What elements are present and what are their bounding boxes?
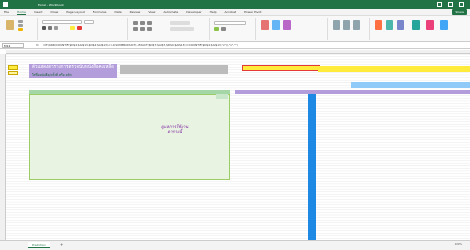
sheet-tab-prediction[interactable]: Prediction (28, 242, 50, 248)
font-color-icon[interactable] (77, 26, 82, 30)
bold-icon[interactable] (42, 26, 46, 30)
percent-icon[interactable] (221, 27, 226, 31)
clipboard-group (2, 18, 38, 40)
window-title: Excel - Workbook (38, 2, 64, 7)
font-size-select[interactable] (84, 20, 94, 24)
table-column-header (235, 90, 470, 94)
merge-center-button[interactable] (170, 27, 194, 31)
format-as-table-icon[interactable] (272, 20, 280, 30)
yellow-input-cell-2[interactable] (8, 71, 18, 75)
align-center-icon[interactable] (140, 27, 145, 31)
blue-highlight-column (308, 94, 316, 240)
tab-power-pivot[interactable]: Power Pivot (244, 10, 261, 14)
align-top-icon[interactable] (133, 21, 138, 25)
title-bar: Excel - Workbook (0, 0, 470, 9)
formula-bar: M12 fx =IF(AND(COUNTIF($D$4:$AI$13,$D$4:… (0, 42, 470, 49)
excel-logo-icon (3, 2, 8, 7)
green-panel (29, 94, 230, 180)
sensitivity-icon[interactable] (440, 20, 448, 30)
number-format-select[interactable] (214, 21, 246, 25)
analyze-data-icon[interactable] (412, 20, 420, 30)
align-left-icon[interactable] (133, 27, 138, 31)
tab-view[interactable]: View (148, 10, 155, 14)
right-yellow-row (318, 66, 470, 72)
format-painter-icon[interactable] (18, 28, 23, 31)
insert-cells-icon[interactable] (333, 20, 340, 30)
find-select-icon[interactable] (397, 20, 404, 30)
hint-bubble: ดูแลการใช้งาน ตารางนี้ (161, 124, 188, 134)
zoom-level[interactable]: 100% (455, 243, 462, 246)
tab-insert[interactable]: Insert (34, 10, 43, 14)
share-button[interactable]: Share (452, 9, 467, 15)
tab-help[interactable]: Help (210, 10, 217, 14)
autosum-icon[interactable] (375, 20, 382, 30)
tab-data[interactable]: Data (114, 10, 121, 14)
addins-icon[interactable] (426, 20, 434, 30)
alignment-group (130, 18, 210, 40)
ribbon (0, 16, 470, 42)
fx-icon[interactable]: fx (36, 43, 39, 47)
tab-home[interactable]: Home (17, 10, 26, 15)
left-subtitle: ใส่ชื่อหนังสือ/ครั้งที่ หรือ คลิก (32, 73, 72, 77)
window-controls (437, 2, 464, 7)
green-small-cell (216, 94, 228, 99)
status-bar: Prediction + 100% (0, 240, 470, 250)
tab-automate[interactable]: Automate (163, 10, 178, 14)
wrap-text-button[interactable] (170, 21, 190, 25)
cells-group (330, 18, 370, 40)
minimize-icon[interactable] (437, 2, 442, 7)
tab-formulas[interactable]: Formulas (93, 10, 107, 14)
paste-icon[interactable] (6, 20, 14, 30)
name-box[interactable]: M12 (2, 42, 24, 48)
cell-styles-icon[interactable] (283, 20, 291, 30)
close-icon[interactable] (459, 2, 464, 7)
tab-developer[interactable]: Developer (186, 10, 201, 14)
font-name-select[interactable] (42, 20, 82, 24)
add-sheet-icon[interactable]: + (60, 242, 65, 248)
tab-acrobat[interactable]: Acrobat (225, 10, 237, 14)
format-cells-icon[interactable] (353, 20, 360, 30)
conditional-formatting-icon[interactable] (261, 20, 269, 30)
hint-line-2: ตารางนี้ (167, 129, 182, 134)
underline-icon[interactable] (54, 26, 58, 30)
yellow-input-cell[interactable] (8, 65, 18, 70)
font-group (40, 18, 128, 40)
align-bottom-icon[interactable] (147, 21, 152, 25)
gray-header-band (120, 65, 228, 74)
maximize-icon[interactable] (448, 2, 453, 7)
copy-icon[interactable] (18, 24, 23, 27)
tab-review[interactable]: Review (130, 10, 141, 14)
tab-page-layout[interactable]: Page Layout (66, 10, 84, 14)
delete-cells-icon[interactable] (343, 20, 350, 30)
sort-filter-icon[interactable] (386, 20, 393, 30)
cut-icon[interactable] (18, 20, 23, 23)
number-group (212, 18, 256, 40)
red-banner (242, 65, 320, 71)
formula-input[interactable]: =IF(AND(COUNTIF($D$4:$AI$13,$D$4:$AI$13)… (43, 43, 238, 47)
editing-group (372, 18, 470, 40)
tab-file[interactable]: File (4, 10, 9, 14)
tab-draw[interactable]: Draw (51, 10, 59, 14)
blue-header-bar (351, 82, 470, 88)
ribbon-tabs: File Home Insert Draw Page Layout Formul… (0, 9, 470, 16)
align-middle-icon[interactable] (140, 21, 145, 25)
italic-icon[interactable] (48, 26, 52, 30)
align-right-icon[interactable] (147, 27, 152, 31)
styles-group (258, 18, 328, 40)
fill-color-icon[interactable] (70, 26, 75, 30)
currency-icon[interactable] (214, 27, 219, 31)
